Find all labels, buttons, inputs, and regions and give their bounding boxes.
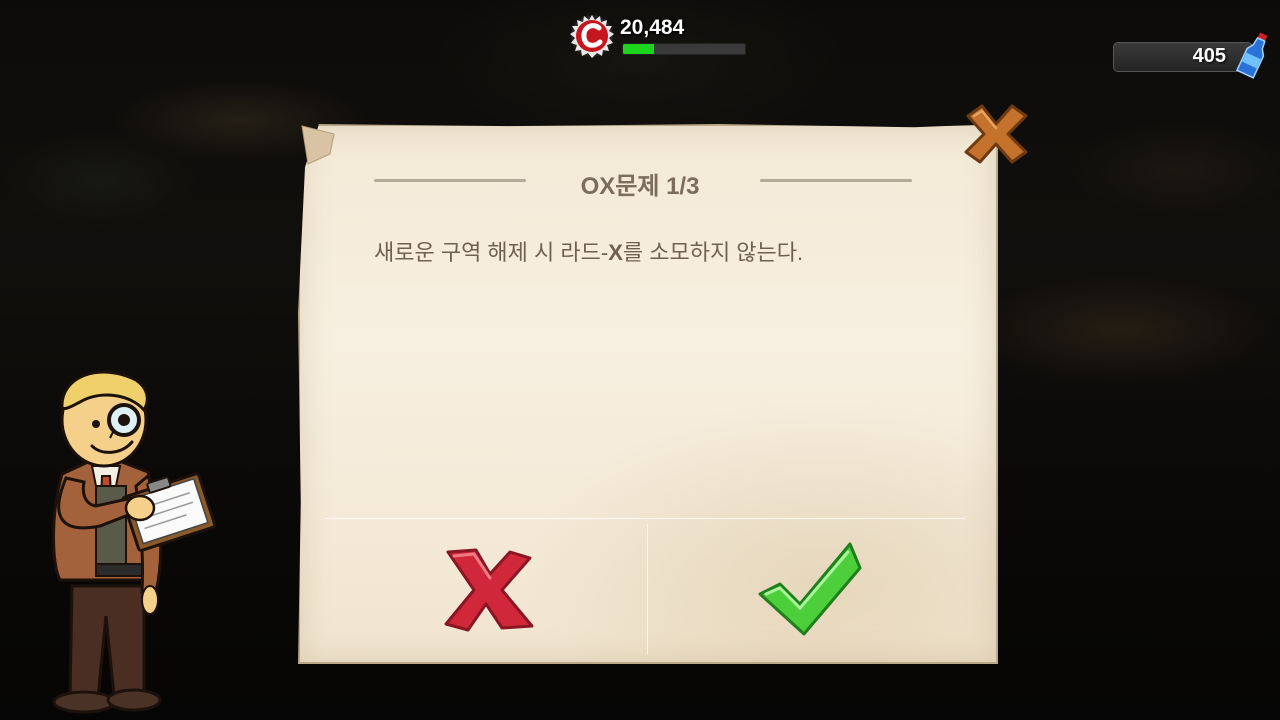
xp-progress-bar xyxy=(622,43,746,55)
quiz-title: OX문제 1/3 xyxy=(580,173,700,200)
quiz-question: 새로운 구역 해제 시 라드-X를 소모하지 않는다. xyxy=(374,235,954,267)
title-rule-right xyxy=(760,179,912,182)
red-x-icon xyxy=(444,548,534,632)
answers-separator xyxy=(647,524,648,654)
paper-corner-fold xyxy=(301,125,335,165)
game-screen: 20,484 405 OX문제 1/3 새로운 구역 해제 시 라드-X를 소모… xyxy=(0,0,1280,720)
answer-true-button[interactable] xyxy=(650,524,990,656)
caps-count: 20,484 xyxy=(620,16,685,39)
xp-progress-fill xyxy=(623,44,654,54)
answers-divider xyxy=(325,518,965,519)
nuka-quantum-icon xyxy=(1235,32,1268,79)
question-text-bold: X xyxy=(608,240,623,265)
bottle-cap-icon xyxy=(570,15,614,58)
question-text-end: 를 소모하지 않는다. xyxy=(622,240,804,265)
close-x-icon[interactable] xyxy=(964,104,1028,164)
quantum-count: 405 xyxy=(1192,45,1226,67)
quantum-counter[interactable]: 405 xyxy=(1113,42,1253,72)
green-check-icon xyxy=(758,542,862,636)
question-text-start: 새로운 구역 해제 시 라드- xyxy=(374,240,609,265)
answer-false-button[interactable] xyxy=(302,524,646,656)
vault-boy-character xyxy=(52,370,217,714)
title-rule-left xyxy=(374,179,526,182)
